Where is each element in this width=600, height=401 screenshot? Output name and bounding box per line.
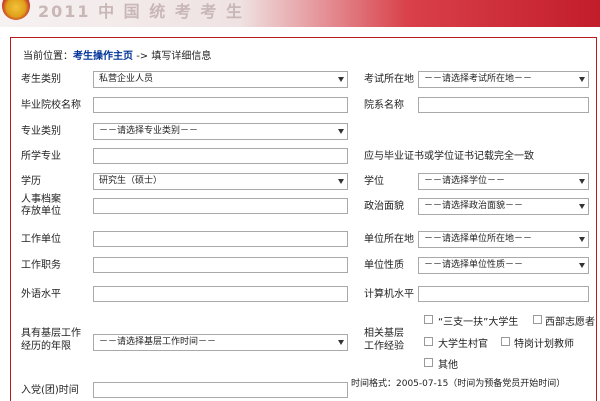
- unit-location-select[interactable]: －－请选择单位所在地－－: [418, 231, 589, 248]
- candidate-type-value: 私营企业人员: [99, 74, 154, 84]
- chevron-down-icon: [579, 263, 585, 268]
- archive-unit-input[interactable]: [93, 198, 348, 214]
- archive-label-line1: 人事档案: [21, 194, 61, 205]
- grassroots-years-select[interactable]: －－请选择基层工作时间－－: [93, 334, 348, 351]
- job-title-input[interactable]: [93, 257, 348, 273]
- degree-value: －－请选择学位－－: [424, 176, 506, 186]
- breadcrumb-separator: ->: [136, 51, 149, 62]
- emblem-icon: [2, 0, 30, 20]
- time-format-note: 时间格式：2005-07-15（时间为预备党员开始时间）: [351, 379, 566, 389]
- degree-label: 学位: [364, 176, 384, 187]
- unit-nature-label: 单位性质: [364, 260, 404, 271]
- chevron-down-icon: [338, 340, 344, 345]
- exam-location-value: －－请选择考试所在地－－: [424, 74, 533, 84]
- dept-name-input[interactable]: [418, 97, 589, 113]
- computer-level-input[interactable]: [418, 286, 589, 302]
- chevron-down-icon: [579, 204, 585, 209]
- politics-select[interactable]: －－请选择政治面貌－－: [418, 198, 589, 215]
- checkbox-sanzhi-yifu[interactable]: [424, 315, 433, 324]
- party-date-label: 入党(团)时间: [21, 385, 79, 396]
- unit-location-value: －－请选择单位所在地－－: [424, 234, 533, 244]
- unit-nature-value: －－请选择单位性质－－: [424, 260, 524, 270]
- chevron-down-icon: [338, 77, 344, 82]
- chevron-down-icon: [338, 179, 344, 184]
- politics-value: －－请选择政治面貌－－: [424, 201, 524, 211]
- major-label: 所学专业: [21, 151, 61, 162]
- header-banner: 2011 中 国 统 考 考 生: [0, 0, 600, 27]
- unit-nature-select[interactable]: －－请选择单位性质－－: [418, 257, 589, 274]
- checkbox-western-volunteer[interactable]: [533, 315, 542, 324]
- exam-location-label: 考试所在地: [364, 74, 414, 85]
- dept-name-label: 院系名称: [364, 100, 404, 111]
- candidate-type-label: 考生类别: [21, 74, 61, 85]
- grassroots-label-line1: 具有基层工作: [21, 328, 81, 339]
- major-input[interactable]: [93, 148, 348, 164]
- politics-label: 政治面貌: [364, 201, 404, 212]
- checkbox-special-teacher[interactable]: [501, 337, 510, 346]
- major-type-label: 专业类别: [21, 126, 61, 137]
- option-village-official: 大学生村官: [438, 339, 488, 350]
- foreign-lang-input[interactable]: [93, 286, 348, 302]
- computer-level-label: 计算机水平: [364, 289, 414, 300]
- major-type-value: －－请选择专业类别－－: [99, 126, 199, 136]
- work-unit-input[interactable]: [93, 231, 348, 247]
- chevron-down-icon: [579, 179, 585, 184]
- archive-label-line2: 存放单位: [21, 206, 61, 217]
- grassroots-label-line2: 经历的年限: [21, 341, 71, 352]
- option-other: 其他: [438, 360, 458, 371]
- grassroots-years-value: －－请选择基层工作时间－－: [99, 337, 217, 347]
- education-label: 学历: [21, 176, 41, 187]
- cert-note: 应与毕业证书或学位证书记载完全一致: [364, 151, 534, 162]
- form-panel: 当前位置：考生操作主页 -> 填写详细信息 考生类别 私营企业人员 考试所在地 …: [10, 37, 597, 401]
- chevron-down-icon: [579, 77, 585, 82]
- checkbox-village-official[interactable]: [424, 337, 433, 346]
- related-label-line1: 相关基层: [364, 328, 404, 339]
- related-label-line2: 工作经验: [364, 341, 404, 352]
- chevron-down-icon: [579, 237, 585, 242]
- degree-select[interactable]: －－请选择学位－－: [418, 173, 589, 190]
- education-select[interactable]: 研究生（硕士）: [93, 173, 348, 190]
- education-value: 研究生（硕士）: [99, 176, 163, 186]
- breadcrumb: 当前位置：考生操作主页 -> 填写详细信息: [23, 47, 211, 62]
- breadcrumb-home-link[interactable]: 考生操作主页: [73, 51, 133, 62]
- option-western-volunteer: 西部志愿者: [545, 317, 595, 328]
- chevron-down-icon: [338, 129, 344, 134]
- option-special-teacher: 特岗计划教师: [514, 339, 574, 350]
- work-unit-label: 工作单位: [21, 234, 61, 245]
- grad-school-input[interactable]: [93, 97, 348, 113]
- job-title-label: 工作职务: [21, 260, 61, 271]
- checkbox-other[interactable]: [424, 358, 433, 367]
- foreign-lang-label: 外语水平: [21, 289, 61, 300]
- option-sanzhi-yifu: “三支一扶”大学生: [438, 317, 519, 328]
- banner-title: 2011 中 国 统 考 考 生: [38, 2, 244, 21]
- unit-location-label: 单位所在地: [364, 234, 414, 245]
- breadcrumb-prefix: 当前位置：: [23, 51, 73, 62]
- exam-location-select[interactable]: －－请选择考试所在地－－: [418, 71, 589, 88]
- major-type-select[interactable]: －－请选择专业类别－－: [93, 123, 348, 140]
- candidate-type-select[interactable]: 私营企业人员: [93, 71, 348, 88]
- party-date-input[interactable]: [93, 382, 348, 398]
- grad-school-label: 毕业院校名称: [21, 100, 81, 111]
- breadcrumb-current: 填写详细信息: [151, 51, 212, 62]
